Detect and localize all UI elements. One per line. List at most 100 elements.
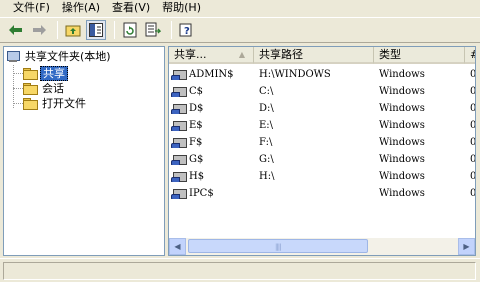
share-path: F:\ [259, 137, 273, 148]
scroll-thumb[interactable]: |||| [188, 239, 368, 253]
client-count: 0 [470, 103, 476, 114]
share-name: ADMIN$ [189, 69, 234, 80]
folder-icon [23, 98, 38, 110]
svg-text:?: ? [184, 26, 190, 37]
client-count: 0 [470, 86, 476, 97]
computer-folder-icon [6, 50, 20, 63]
share-name: H$ [189, 171, 205, 182]
column-header-type[interactable]: 类型 [374, 47, 465, 64]
menu-view[interactable]: 查看(V) [106, 0, 156, 16]
folder-icon [23, 83, 38, 95]
client-count: 0 [470, 137, 476, 148]
share-path: G:\ [259, 154, 274, 165]
tree-node-shared-folders-root[interactable]: 共享文件夹(本地) [6, 49, 113, 64]
share-type: Windows [379, 103, 425, 114]
tree-node-label: 共享文件夹(本地) [25, 50, 111, 63]
status-bar [0, 258, 480, 282]
share-type: Windows [379, 69, 425, 80]
help-icon: ? [179, 23, 192, 37]
table-row[interactable]: E$ E:\ Windows 0 [169, 117, 476, 134]
client-count: 0 [470, 120, 476, 131]
list-header: 共享... ▲ 共享路径 类型 # [169, 47, 475, 64]
refresh-icon [123, 22, 137, 38]
grip-icon: |||| [275, 243, 282, 251]
back-button[interactable] [6, 20, 26, 40]
share-name: D$ [189, 103, 204, 114]
scroll-right-button[interactable]: ▶ [458, 238, 475, 255]
up-one-level-button[interactable] [63, 20, 83, 40]
toolbar-separator [171, 21, 172, 39]
horizontal-scrollbar[interactable]: ◀ |||| ▶ [169, 238, 475, 255]
shared-drive-icon [171, 69, 187, 80]
column-header-share-name[interactable]: 共享... ▲ [169, 47, 254, 64]
scroll-left-button[interactable]: ◀ [169, 238, 186, 255]
tree-connector [13, 65, 14, 108]
table-row[interactable]: G$ G:\ Windows 0 [169, 151, 476, 168]
table-row[interactable]: C$ C:\ Windows 0 [169, 83, 476, 100]
menu-file[interactable]: 文件(F) [0, 0, 56, 16]
share-list: 共享... ▲ 共享路径 类型 # ADMIN$ H:\WINDOWS Wind… [168, 46, 476, 256]
tree-node-shares[interactable]: 共享 [23, 66, 68, 81]
share-type: Windows [379, 137, 425, 148]
share-type: Windows [379, 86, 425, 97]
column-header-client-count[interactable]: # [465, 47, 475, 64]
shared-drive-icon [171, 103, 187, 114]
shared-drive-icon [171, 120, 187, 131]
show-hide-tree-icon [89, 23, 103, 37]
tree-node-sessions[interactable]: 会话 [23, 81, 66, 96]
shared-drive-icon [171, 154, 187, 165]
share-type: Windows [379, 120, 425, 131]
shared-drive-icon [171, 137, 187, 148]
share-name: C$ [189, 86, 204, 97]
tree-node-label: 会话 [42, 82, 64, 95]
refresh-button[interactable] [120, 20, 140, 40]
show-hide-console-tree-button[interactable] [86, 20, 106, 40]
tree-connector [13, 88, 23, 89]
share-path: C:\ [259, 86, 274, 97]
share-name: G$ [189, 154, 204, 165]
column-header-label: 共享... [174, 48, 207, 61]
chevron-right-icon: ▶ [463, 242, 470, 251]
column-header-label: 类型 [379, 48, 401, 61]
toolbar-separator [57, 21, 58, 39]
toolbar: ? [0, 17, 480, 43]
share-path: H:\WINDOWS [259, 69, 331, 80]
tree-connector [13, 103, 23, 104]
forward-button[interactable] [29, 20, 49, 40]
share-type: Windows [379, 188, 425, 199]
up-folder-icon [65, 25, 81, 37]
share-type: Windows [379, 154, 425, 165]
column-header-label: # [470, 48, 475, 61]
tree-node-label: 共享 [40, 66, 68, 81]
table-row[interactable]: ADMIN$ H:\WINDOWS Windows 0 [169, 66, 475, 83]
menu-help[interactable]: 帮助(H) [156, 0, 207, 16]
shared-drive-icon [171, 86, 187, 97]
toolbar-separator [114, 21, 115, 39]
scroll-track[interactable]: |||| [186, 238, 458, 255]
column-header-share-path[interactable]: 共享路径 [254, 47, 374, 64]
shared-drive-icon [171, 188, 187, 199]
export-list-icon [145, 22, 161, 37]
tree-node-open-files[interactable]: 打开文件 [23, 96, 88, 111]
column-header-label: 共享路径 [259, 48, 303, 61]
menu-bar: 文件(F) 操作(A) 查看(V) 帮助(H) [0, 0, 480, 16]
tree-connector [13, 73, 23, 74]
table-row[interactable]: F$ F:\ Windows 0 [169, 134, 476, 151]
help-button[interactable]: ? [177, 20, 197, 40]
table-row[interactable]: IPC$ Windows 0 [169, 185, 476, 202]
client-count: 0 [470, 188, 476, 199]
chevron-left-icon: ◀ [174, 242, 181, 251]
folder-icon [23, 68, 38, 80]
client-count: 0 [470, 154, 476, 165]
back-arrow-icon [9, 25, 22, 35]
table-row[interactable]: H$ H:\ Windows 0 [169, 168, 476, 185]
share-name: E$ [189, 120, 203, 131]
share-path: D:\ [259, 103, 274, 114]
share-path: H:\ [259, 171, 275, 182]
share-name: IPC$ [189, 188, 214, 199]
client-count: 0 [470, 171, 476, 182]
export-list-button[interactable] [143, 20, 163, 40]
table-row[interactable]: D$ D:\ Windows 0 [169, 100, 476, 117]
menu-action[interactable]: 操作(A) [56, 0, 106, 16]
sort-ascending-icon: ▲ [238, 50, 245, 59]
